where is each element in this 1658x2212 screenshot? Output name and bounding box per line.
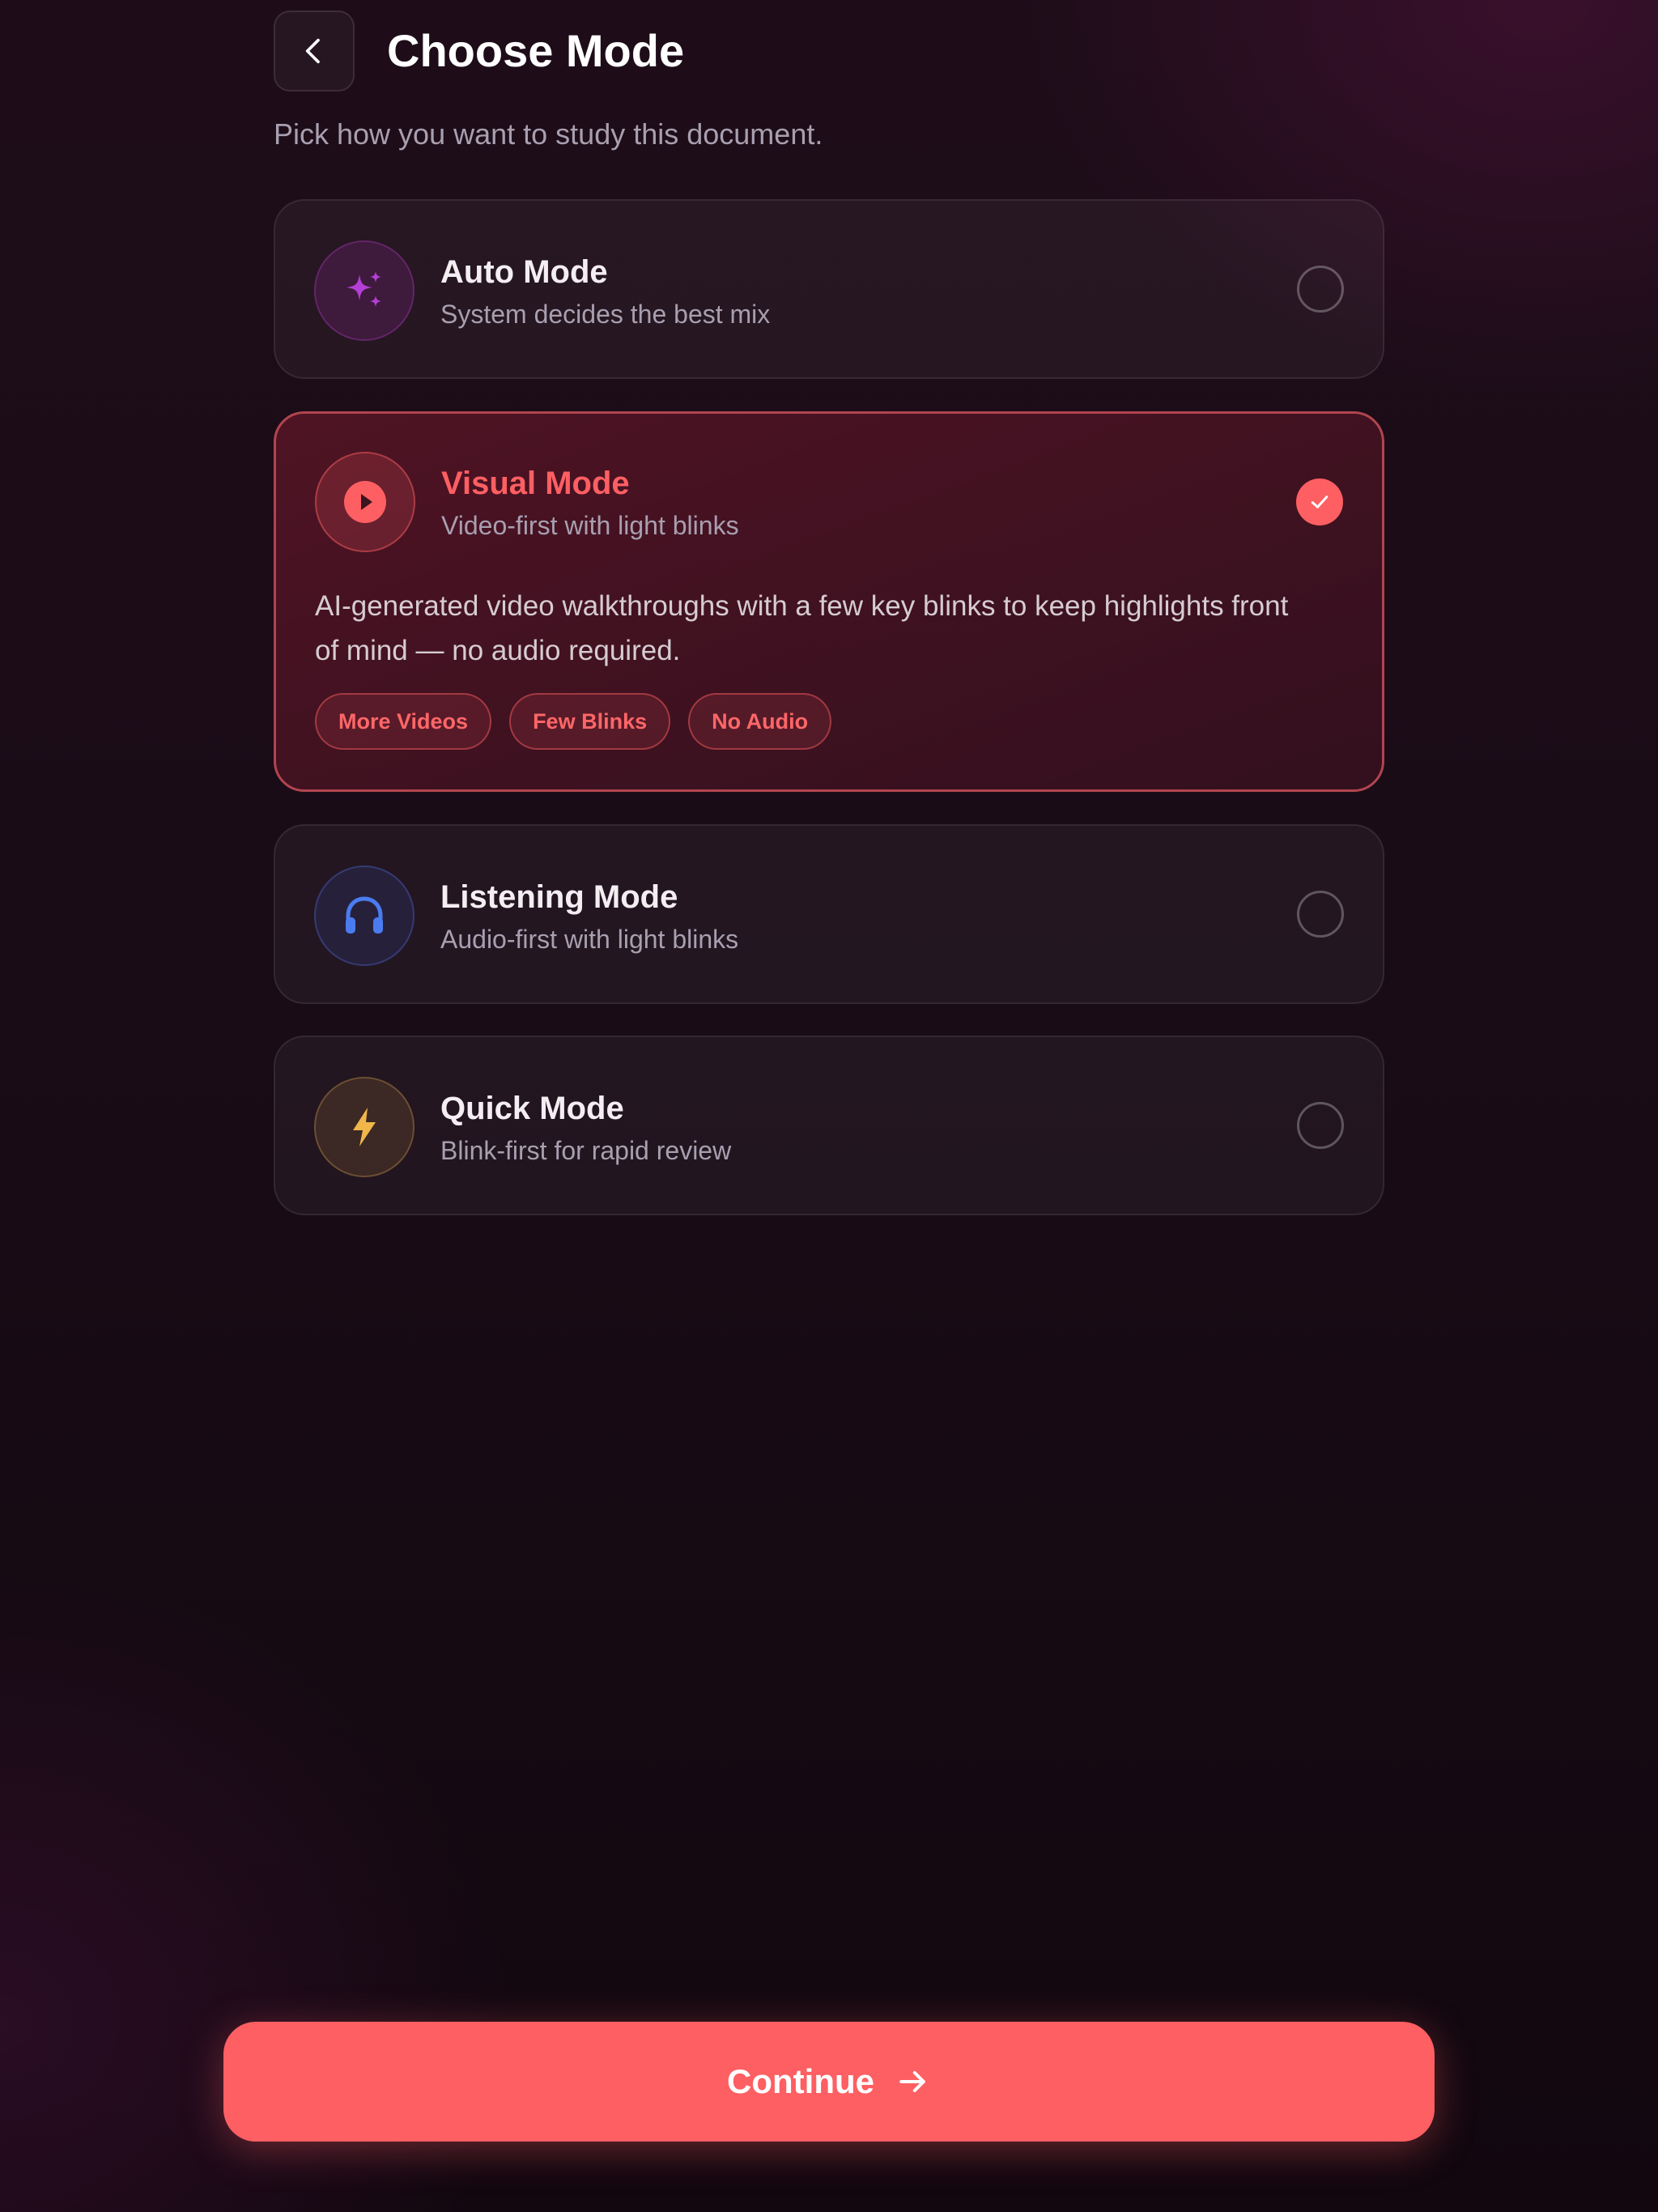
arrow-right-icon — [899, 2070, 925, 2093]
auto-mode-icon-badge — [314, 240, 414, 341]
quick-mode-icon-badge — [314, 1077, 414, 1177]
sparkles-icon — [346, 271, 381, 307]
visual-mode-icon-badge — [315, 452, 415, 552]
mode-description: Video-first with light blinks — [441, 511, 739, 540]
mode-card-auto[interactable]: Auto Mode System decides the best mix — [274, 199, 1384, 379]
mode-radio[interactable] — [1297, 1102, 1344, 1149]
mode-card-quick[interactable]: Quick Mode Blink-first for rapid review — [274, 1036, 1384, 1215]
page-subtitle: Pick how you want to study this document… — [274, 117, 823, 151]
mode-radio[interactable] — [1297, 891, 1344, 938]
chevron-left-icon — [305, 38, 320, 64]
check-icon — [1311, 496, 1329, 508]
mode-title: Quick Mode — [440, 1091, 624, 1126]
back-button[interactable] — [274, 11, 355, 91]
continue-label: Continue — [727, 2062, 874, 2100]
mode-radio[interactable] — [1297, 266, 1344, 313]
mode-card-listening[interactable]: Listening Mode Audio-first with light bl… — [274, 824, 1384, 1004]
tag-no-audio: No Audio — [688, 693, 832, 750]
mode-description: System decides the best mix — [440, 300, 771, 329]
mode-title: Listening Mode — [440, 879, 678, 915]
mode-radio-checked[interactable] — [1296, 479, 1343, 525]
mode-description: Audio-first with light blinks — [440, 925, 739, 954]
tag-few-blinks: Few Blinks — [509, 693, 671, 750]
lightning-icon — [353, 1108, 376, 1146]
mode-title: Auto Mode — [440, 254, 608, 290]
mode-card-visual[interactable]: Visual Mode Video-first with light blink… — [274, 411, 1384, 792]
play-icon — [344, 481, 386, 523]
mode-details: AI-generated video walkthroughs with a f… — [315, 590, 1289, 666]
tag-more-videos: More Videos — [315, 693, 492, 750]
mode-title: Visual Mode — [441, 466, 630, 501]
continue-button[interactable]: Continue — [223, 2022, 1435, 2142]
page-title: Choose Mode — [387, 25, 685, 76]
listening-mode-icon-badge — [314, 866, 414, 966]
mode-tags: More Videos Few Blinks No Audio — [315, 693, 832, 750]
headphones-icon — [346, 896, 383, 934]
mode-description: Blink-first for rapid review — [440, 1136, 732, 1165]
